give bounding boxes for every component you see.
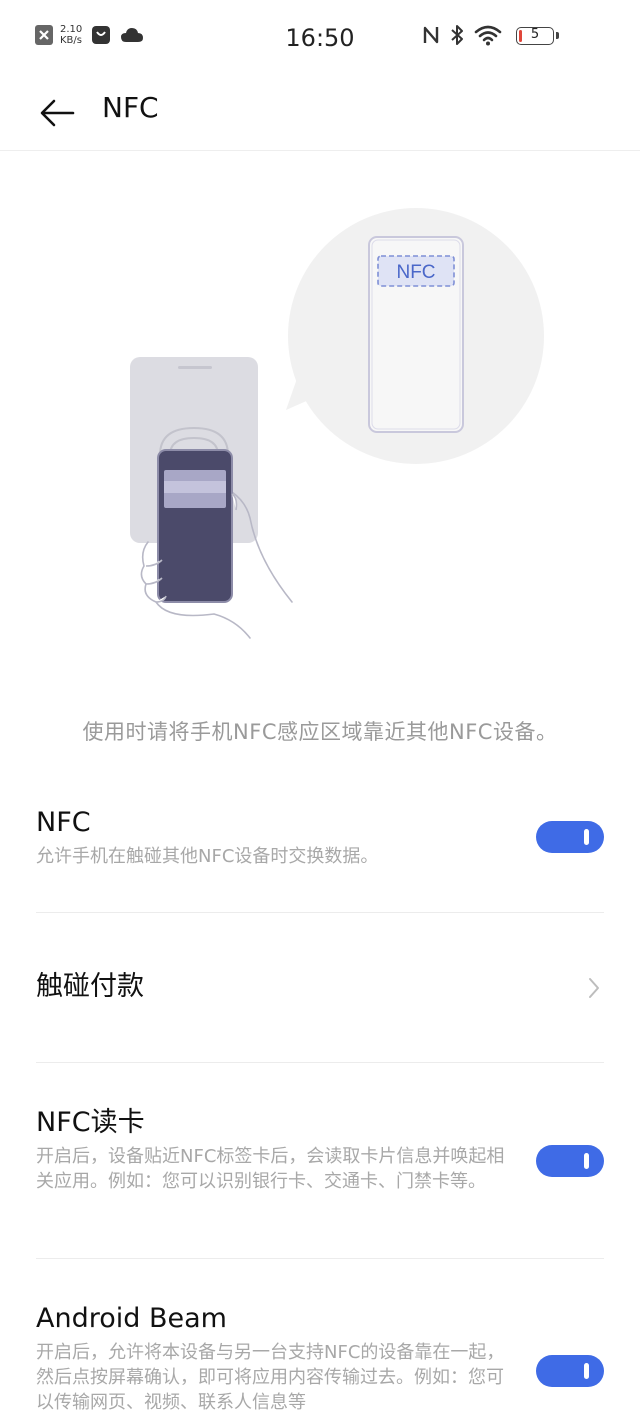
setting-nfc-title: NFC xyxy=(36,807,91,838)
back-button[interactable] xyxy=(34,90,80,136)
divider xyxy=(36,1062,604,1063)
status-bar: 2.10 KB/s 16:50 5 xyxy=(0,0,640,76)
toggle-knob xyxy=(584,829,589,845)
nfc-area-label: NFC xyxy=(396,262,435,283)
setting-android-beam[interactable]: Android Beam 开启后，允许将本设备与另一台支持NFC的设备靠在一起，… xyxy=(36,1302,604,1415)
battery-icon: 5 xyxy=(516,27,559,45)
setting-nfc[interactable]: NFC 允许手机在触碰其他NFC设备时交换数据。 xyxy=(36,806,604,869)
android-beam-toggle[interactable] xyxy=(536,1355,604,1387)
nfc-illustration: NFC xyxy=(130,208,544,639)
setting-nfc-read-card-title: NFC读卡 xyxy=(36,1107,145,1138)
setting-nfc-desc: 允许手机在触碰其他NFC设备时交换数据。 xyxy=(36,846,379,867)
status-right xyxy=(422,24,502,46)
setting-tap-pay[interactable]: 触碰付款 xyxy=(36,970,604,1004)
page-title: NFC xyxy=(102,91,159,124)
usage-hint: 使用时请将手机NFC感应区域靠近其他NFC设备。 xyxy=(82,720,558,744)
app-header: NFC xyxy=(0,76,640,151)
setting-nfc-read-card[interactable]: NFC读卡 开启后，设备贴近NFC标签卡后，会读取卡片信息并唤起相关应用。例如：… xyxy=(36,1106,604,1194)
battery-percent: 5 xyxy=(530,27,540,42)
reader-slot xyxy=(178,366,212,369)
setting-nfc-read-card-desc: 开启后，设备贴近NFC标签卡后，会读取卡片信息并唤起相关应用。例如：您可以识别银… xyxy=(36,1146,505,1192)
nfc-status-icon xyxy=(423,26,439,44)
toggle-knob xyxy=(584,1363,589,1379)
hand-phone-card-stripe xyxy=(164,481,226,493)
nfc-read-card-toggle[interactable] xyxy=(536,1145,604,1177)
chevron-right-icon[interactable] xyxy=(584,974,604,1002)
divider xyxy=(36,912,604,913)
setting-android-beam-title: Android Beam xyxy=(36,1303,227,1334)
bluetooth-icon xyxy=(451,25,463,45)
setting-tap-pay-title: 触碰付款 xyxy=(36,971,144,1002)
setting-android-beam-desc: 开启后，允许将本设备与另一台支持NFC的设备靠在一起，然后点按屏幕确认，即可将应… xyxy=(36,1342,505,1413)
nfc-toggle[interactable] xyxy=(536,821,604,853)
wifi-icon xyxy=(474,25,502,46)
toggle-knob xyxy=(584,1153,589,1169)
arrow-left-icon xyxy=(40,99,75,127)
divider xyxy=(36,1258,604,1259)
